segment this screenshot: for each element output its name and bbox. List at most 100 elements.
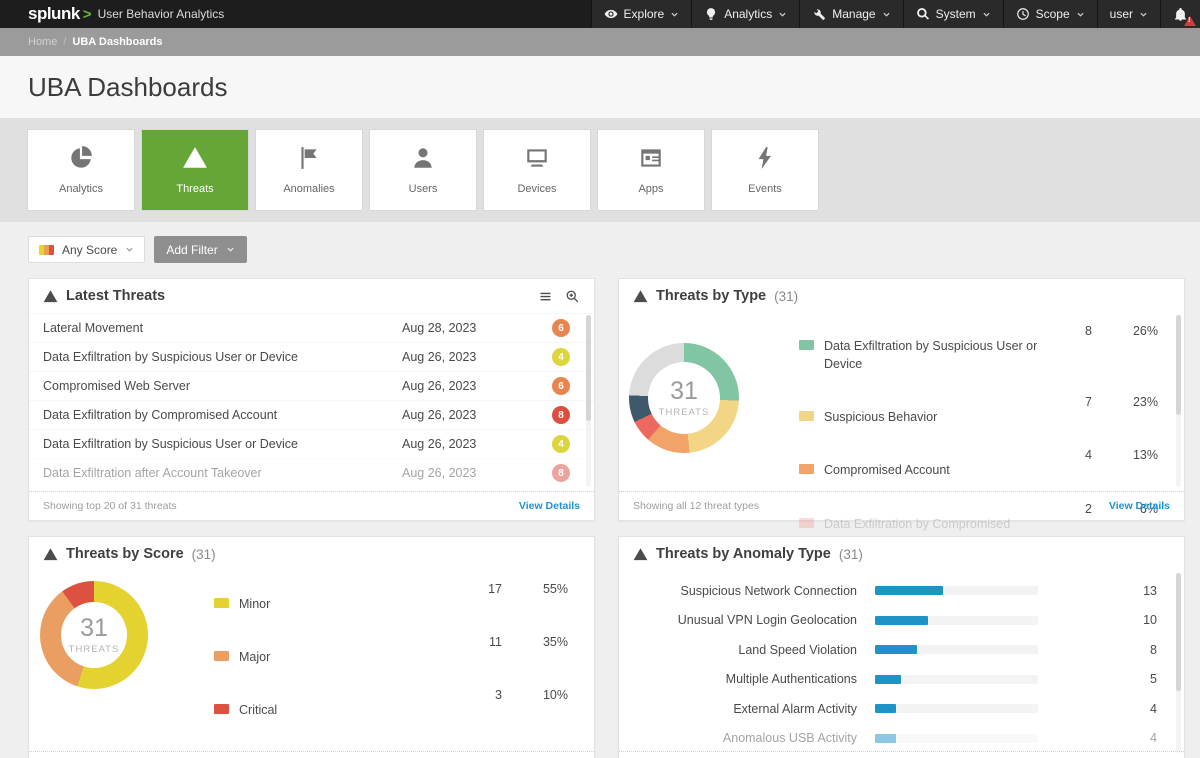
threat-date: Aug 28, 2023: [402, 321, 552, 335]
bar-label: Land Speed Violation: [633, 643, 857, 657]
legend-label: Compromised Account: [824, 461, 950, 479]
chevron-down-icon: [1076, 10, 1085, 19]
menu-system[interactable]: System: [903, 0, 1003, 28]
table-row[interactable]: Data Exfiltration by Compromised Account…: [29, 400, 594, 429]
scrollbar[interactable]: [1176, 315, 1181, 487]
bar-fill: [875, 586, 943, 595]
menu-explore[interactable]: Explore: [591, 0, 692, 28]
threat-name: Lateral Movement: [43, 321, 402, 335]
chevron-down-icon: [226, 245, 235, 254]
panel-footer: Showing all 12 threat types View Details: [619, 491, 1184, 520]
score-badge: 8: [552, 406, 570, 424]
view-details-link[interactable]: View Details: [1109, 500, 1170, 512]
add-filter-button[interactable]: Add Filter: [154, 236, 246, 263]
legend-swatch: [214, 704, 229, 714]
panel-header: Latest Threats: [29, 279, 594, 313]
bar-row[interactable]: External Alarm Activity4: [619, 694, 1184, 724]
menu-label: user: [1110, 7, 1133, 21]
warning-icon: [182, 145, 208, 171]
legend-label: Minor: [239, 595, 270, 613]
menu-user[interactable]: user: [1097, 0, 1160, 28]
bar-row[interactable]: Multiple Authentications5: [619, 665, 1184, 695]
scrollbar-thumb[interactable]: [1176, 573, 1181, 691]
bar-fill: [875, 704, 896, 713]
bar-row[interactable]: Unusual VPN Login Geolocation10: [619, 606, 1184, 636]
legend-percent: 13%: [1092, 448, 1158, 462]
donut-center: 31 THREATS: [648, 362, 720, 434]
scrollbar-thumb[interactable]: [586, 315, 591, 421]
footer-summary: Showing top 20 of 31 threats: [43, 500, 177, 512]
menu-analytics[interactable]: Analytics: [691, 0, 799, 28]
zoom-in-icon[interactable]: [565, 289, 580, 304]
table-row[interactable]: Data Exfiltration after Account Takeover…: [29, 458, 594, 487]
menu-scope[interactable]: Scope: [1003, 0, 1097, 28]
tab-analytics[interactable]: Analytics: [28, 130, 134, 210]
tab-label: Anomalies: [283, 183, 334, 195]
scrollbar[interactable]: [586, 315, 591, 487]
bar-value: 4: [1038, 702, 1157, 716]
bar-track: [875, 675, 1038, 684]
apps-icon: [638, 145, 664, 171]
chevron-down-icon: [125, 245, 134, 254]
legend-entry[interactable]: Minor1755%: [214, 573, 568, 626]
bar-label: Multiple Authentications: [633, 672, 857, 686]
legend-percent: 26%: [1092, 324, 1158, 338]
panel-header: Threats by Anomaly Type (31): [619, 537, 1184, 571]
legend-entry[interactable]: Compromised Account 413%: [799, 439, 1158, 492]
tab-events[interactable]: Events: [712, 130, 818, 210]
table-row[interactable]: Data Exfiltration by Suspicious User or …: [29, 342, 594, 371]
brand[interactable]: splunk > User Behavior Analytics: [0, 0, 224, 28]
breadcrumb-home[interactable]: Home: [28, 36, 57, 48]
threats-by-type-panel: Threats by Type (31) 31 THREATS Data Exf…: [618, 278, 1185, 521]
view-details-link[interactable]: View Details: [519, 500, 580, 512]
bar-value: 13: [1038, 584, 1157, 598]
tab-apps[interactable]: Apps: [598, 130, 704, 210]
threat-name: Data Exfiltration by Suspicious User or …: [43, 350, 402, 364]
score-range-swatch: [39, 245, 54, 255]
scrollbar-thumb[interactable]: [1176, 315, 1181, 415]
threats-by-score-legend: Minor1755%Major1135%Critical310%: [214, 573, 568, 732]
menu-label: Analytics: [724, 7, 772, 21]
add-filter-label: Add Filter: [166, 243, 217, 257]
legend-label: Data Exfiltration by Suspicious User or …: [824, 337, 1042, 373]
chevron-down-icon: [778, 10, 787, 19]
bar-label: Unusual VPN Login Geolocation: [633, 613, 857, 627]
latest-threats-list: Lateral MovementAug 28, 20236Data Exfilt…: [29, 313, 594, 487]
panel-title: Threats by Score: [66, 546, 184, 562]
tab-users[interactable]: Users: [370, 130, 476, 210]
legend-label: Critical: [239, 701, 277, 719]
legend-entry[interactable]: Major1135%: [214, 626, 568, 679]
table-row[interactable]: Data Exfiltration by Suspicious User or …: [29, 429, 594, 458]
tab-threats[interactable]: Threats: [142, 130, 248, 210]
tools-icon: [812, 7, 826, 21]
notifications-button[interactable]: [1160, 0, 1200, 28]
scrollbar[interactable]: [1176, 573, 1181, 753]
bar-row[interactable]: Anomalous USB Activity4: [619, 724, 1184, 754]
score-filter-dropdown[interactable]: Any Score: [28, 236, 145, 263]
panel-title: Latest Threats: [66, 288, 165, 304]
score-badge: 6: [552, 377, 570, 395]
chevron-down-icon: [1139, 10, 1148, 19]
bar-label: Anomalous USB Activity: [633, 731, 857, 745]
tab-anomalies[interactable]: Anomalies: [256, 130, 362, 210]
user-icon: [410, 145, 436, 171]
legend-value: 4: [1042, 448, 1092, 462]
table-row[interactable]: Lateral MovementAug 28, 20236: [29, 313, 594, 342]
legend-percent: 23%: [1092, 395, 1158, 409]
tab-label: Devices: [517, 183, 556, 195]
warning-icon: [633, 289, 648, 304]
legend-entry[interactable]: Data Exfiltration by Suspicious User or …: [799, 315, 1158, 386]
menu-manage[interactable]: Manage: [799, 0, 902, 28]
bar-track: [875, 645, 1038, 654]
menu-icon[interactable]: [538, 289, 553, 304]
donut-center-label: THREATS: [69, 644, 120, 655]
legend-entry[interactable]: Suspicious Behavior723%: [799, 386, 1158, 439]
bar-row[interactable]: Land Speed Violation8: [619, 635, 1184, 665]
topbar-menus: Explore Analytics ManageSystemScope user: [591, 0, 1200, 28]
threat-date: Aug 26, 2023: [402, 350, 552, 364]
tab-devices[interactable]: Devices: [484, 130, 590, 210]
tab-label: Threats: [176, 183, 213, 195]
legend-entry[interactable]: Critical310%: [214, 679, 568, 732]
table-row[interactable]: Compromised Web ServerAug 26, 20236: [29, 371, 594, 400]
bar-row[interactable]: Suspicious Network Connection13: [619, 576, 1184, 606]
